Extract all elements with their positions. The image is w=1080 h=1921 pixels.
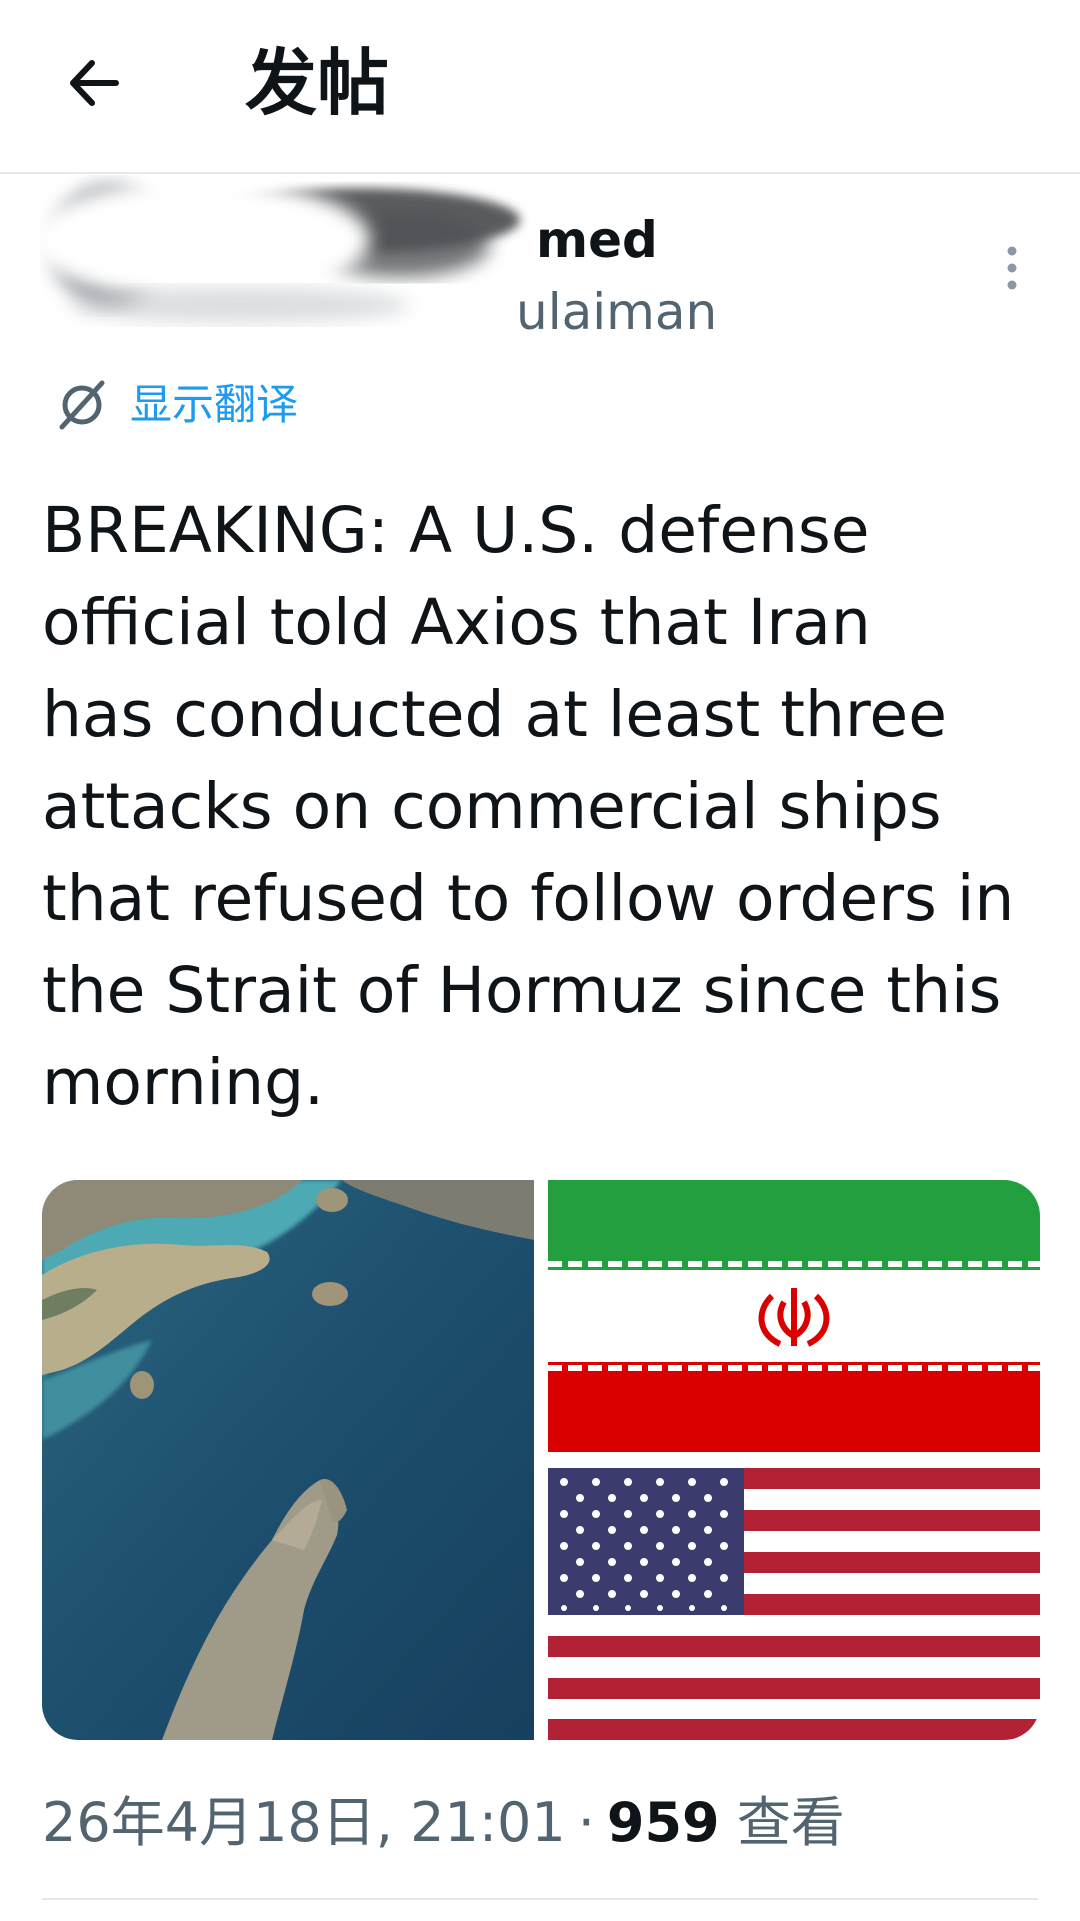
post-meta: 26年4月18日, 21:01 · 959 查看 [42,1788,845,1858]
author-display-name[interactable]: med [536,208,658,272]
strait-of-hormuz-satellite-image[interactable] [42,1180,534,1740]
page-title: 发帖 [245,41,390,125]
show-translation-label: 显示翻译 [130,380,299,429]
post-timestamp[interactable]: 26年4月18日, 21:01 [42,1791,566,1854]
redacted-avatar-and-name[interactable] [40,175,540,345]
vertical-ellipsis-icon[interactable] [1000,245,1024,291]
iran-flag-image[interactable] [548,1180,1040,1452]
media-grid [42,1180,1040,1740]
post-text: BREAKING: A U.S. defense official told A… [42,494,1015,1119]
author-handle[interactable]: ulaiman [516,280,717,344]
arrow-left-icon[interactable] [60,48,130,118]
us-flag-image[interactable] [548,1468,1040,1740]
translate-icon [59,380,105,430]
show-translation-button[interactable]: 显示翻译 [54,377,298,433]
top-bar: 发帖 [0,0,1080,174]
meta-separator: · [577,1791,595,1854]
divider [42,1898,1038,1900]
views-count[interactable]: 959 [607,1791,720,1854]
views-label: 查看 [736,1791,845,1854]
